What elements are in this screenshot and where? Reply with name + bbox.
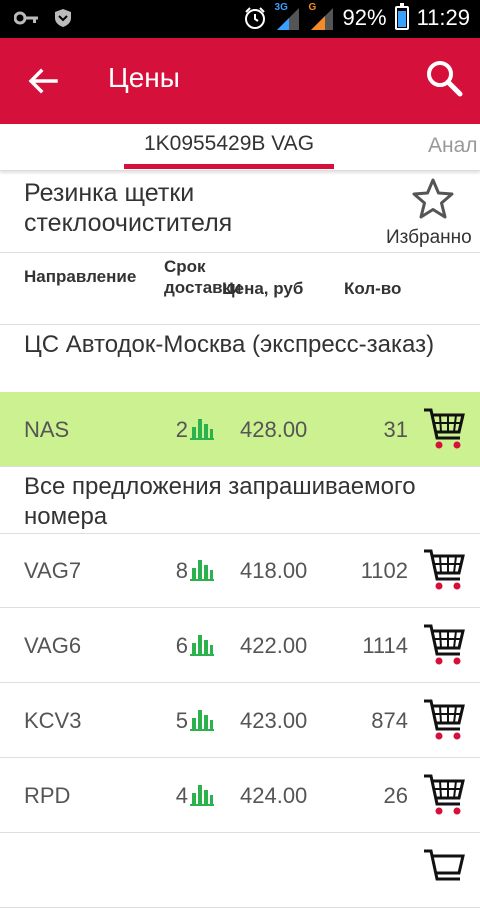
alarm-icon: [244, 7, 265, 29]
stats-icon[interactable]: [190, 782, 214, 806]
section-title: Все предложения запрашиваемого номера: [24, 473, 416, 530]
tab-article[interactable]: 1K0955429B VAG: [124, 132, 334, 156]
cart-icon[interactable]: [422, 547, 466, 593]
section-title: ЦС Автодок-Москва (экспресс-заказ): [24, 331, 435, 358]
status-bar: 3G G 92% 11:29: [0, 0, 480, 38]
cart-icon[interactable]: [422, 697, 466, 743]
offer-quantity: 1102: [360, 558, 408, 583]
offer-term: 8: [175, 558, 188, 583]
cart-icon[interactable]: [422, 622, 466, 668]
offer-price: 422.00: [240, 633, 308, 658]
tab-analogs[interactable]: Анал: [428, 134, 478, 158]
tab-indicator: [124, 164, 334, 169]
stats-icon[interactable]: [190, 416, 214, 440]
cart-icon[interactable]: [422, 772, 466, 818]
section-express: ЦС Автодок-Москва (экспресс-заказ): [0, 324, 480, 393]
column-headers: Направление Срок доставки Цена, руб Кол-…: [0, 252, 480, 325]
offer-direction: NAS: [24, 417, 70, 442]
offer-direction: VAG7: [24, 558, 82, 583]
offer-quantity: 1114: [362, 633, 408, 658]
clock: 11:29: [416, 5, 470, 30]
product-name: Резинка щетки стеклоочистителя: [24, 179, 233, 237]
arrow-back-icon[interactable]: [26, 64, 60, 98]
offer-direction: VAG6: [24, 633, 82, 658]
offer-direction: KCV3: [24, 708, 82, 733]
shield-icon: [55, 9, 71, 27]
offer-row[interactable]: NAS 2 428.00 31: [0, 392, 480, 467]
offer-term: 6: [175, 633, 188, 658]
page-title: Цены: [108, 62, 180, 93]
offer-term: 2: [175, 417, 188, 442]
offer-quantity: 874: [371, 708, 408, 733]
key-icon: [14, 11, 38, 25]
signal-g-icon: G: [309, 2, 335, 30]
battery-percent: 92%: [342, 5, 387, 30]
search-icon[interactable]: [424, 58, 464, 98]
offer-row[interactable]: VAG7 8 418.00 1102: [0, 533, 480, 608]
offer-price: 418.00: [240, 558, 308, 583]
column-quantity: Кол-во: [344, 279, 402, 298]
signal-3g-icon: 3G: [275, 2, 301, 30]
offer-row[interactable]: KCV3 5 423.00 874: [0, 683, 480, 758]
offer-term: 5: [175, 708, 188, 733]
offer-quantity: 26: [383, 783, 408, 808]
offer-term: 4: [175, 783, 188, 808]
section-all-offers: Все предложения запрашиваемого номера: [0, 466, 480, 534]
offer-price: 424.00: [240, 783, 308, 808]
product-header: Резинка щетки стеклоочистителя Избранно: [0, 170, 480, 253]
stats-icon[interactable]: [190, 707, 214, 731]
cart-icon[interactable]: [422, 406, 466, 452]
app-bar: Цены: [0, 38, 480, 124]
tab-bar: 1K0955429B VAG Анал: [0, 124, 480, 171]
favorite-label[interactable]: Избранно: [386, 227, 472, 249]
battery-icon: [394, 3, 409, 30]
offer-price: 428.00: [240, 417, 308, 442]
offer-quantity: 31: [383, 417, 408, 442]
column-price: Цена, руб: [222, 279, 304, 298]
offer-price: 423.00: [240, 708, 308, 733]
offer-row-partial[interactable]: [0, 833, 480, 908]
offer-direction: RPD: [24, 783, 71, 808]
star-outline-icon[interactable]: [410, 176, 456, 222]
offer-row[interactable]: RPD 4 424.00 26: [0, 758, 480, 833]
stats-icon[interactable]: [190, 557, 214, 581]
stats-icon[interactable]: [190, 632, 214, 656]
column-direction: Направление: [24, 267, 137, 286]
column-delivery-term: Срок доставки: [164, 257, 242, 297]
offer-row[interactable]: VAG6 6 422.00 1114: [0, 608, 480, 683]
